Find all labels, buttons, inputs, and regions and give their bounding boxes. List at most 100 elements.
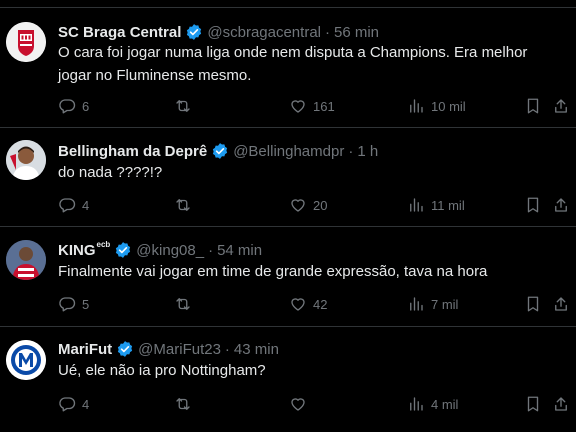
share-icon (555, 198, 567, 212)
like-count: 20 (313, 197, 328, 213)
tweet[interactable]: KING ecb @king08_ · 54 min Finalmente vai… (0, 227, 576, 327)
share-icon (555, 99, 567, 113)
verified-badge-icon (187, 24, 202, 40)
handle[interactable]: @scbragacentral (207, 24, 321, 41)
separator-dot: · (325, 23, 330, 41)
tweet[interactable]: Bellingham da Deprê @Bellinghamdpr · 1 h… (0, 128, 576, 227)
bookmark-button[interactable] (524, 394, 542, 414)
avatar[interactable] (6, 140, 46, 180)
bookmark-button[interactable] (524, 96, 542, 116)
timestamp[interactable]: 43 min (234, 341, 279, 358)
like-count: 161 (313, 98, 335, 114)
reply-icon (59, 297, 76, 312)
timestamp[interactable]: 1 h (357, 143, 378, 160)
tweet-header: MariFut @MariFut23 · 43 min (58, 339, 279, 359)
analytics-icon (410, 99, 423, 113)
tweet-text: do nada ????!? (58, 164, 163, 181)
reply-icon (59, 99, 76, 114)
avatar[interactable] (6, 22, 46, 62)
heart-icon (291, 298, 305, 311)
views-button[interactable]: 11 mil (407, 195, 465, 215)
reply-count: 4 (82, 197, 90, 213)
handle[interactable]: @Bellinghamdpr (233, 143, 344, 160)
bookmark-button[interactable] (524, 195, 542, 215)
retweet-button[interactable] (174, 96, 198, 116)
reply-icon (59, 198, 76, 213)
heart-icon (291, 100, 305, 113)
analytics-icon (410, 198, 423, 212)
view-count: 4 mil (431, 396, 459, 412)
retweet-icon (176, 298, 190, 310)
player-photo-icon (6, 140, 46, 180)
reply-count: 4 (82, 396, 90, 412)
like-button[interactable]: 20 (289, 195, 327, 215)
display-name[interactable]: MariFut (58, 341, 112, 358)
tweet-header: Bellingham da Deprê @Bellinghamdpr · 1 h (58, 141, 378, 161)
bookmark-icon (527, 296, 539, 312)
verified-badge-icon (116, 242, 131, 258)
retweet-button[interactable] (174, 195, 198, 215)
verified-badge-icon (213, 143, 228, 159)
verified-badge-icon (118, 341, 133, 357)
display-name[interactable]: KING (58, 242, 96, 259)
share-icon (555, 397, 567, 411)
share-button[interactable] (552, 195, 570, 215)
tweet-text: O cara foi jogar numa liga onde nem disp… (58, 44, 528, 84)
bookmark-icon (527, 197, 539, 213)
reply-button[interactable]: 5 (58, 294, 89, 314)
tweet-text: Finalmente vai jogar em time de grande e… (58, 263, 488, 280)
share-button[interactable] (552, 294, 570, 314)
share-button[interactable] (552, 394, 570, 414)
separator-dot: · (208, 241, 214, 259)
m-logo-icon (6, 340, 46, 380)
like-button[interactable] (289, 394, 313, 414)
handle[interactable]: @king08_ (136, 242, 204, 259)
timestamp[interactable]: 56 min (334, 24, 379, 41)
display-name[interactable]: Bellingham da Deprê (58, 143, 207, 160)
like-button[interactable]: 161 (289, 96, 335, 116)
action-bar: 4 20 11 mil (58, 195, 570, 215)
avatar[interactable] (6, 240, 46, 280)
retweet-button[interactable] (174, 294, 198, 314)
share-button[interactable] (552, 96, 570, 116)
bookmark-icon (527, 396, 539, 412)
views-button[interactable]: 10 mil (407, 96, 466, 116)
heart-icon (291, 398, 305, 411)
reply-button[interactable]: 4 (58, 394, 89, 414)
separator-dot: · (348, 142, 354, 160)
share-icon (555, 297, 567, 311)
views-button[interactable]: 4 mil (407, 394, 458, 414)
reply-icon (59, 397, 76, 412)
action-bar: 6 161 10 mil (58, 96, 570, 116)
reply-button[interactable]: 6 (58, 96, 89, 116)
action-bar: 5 42 7 mil (58, 294, 570, 314)
tweet-header: KING ecb @king08_ · 54 min (58, 240, 262, 260)
separator-dot: · (224, 340, 230, 358)
display-name[interactable]: SC Braga Central (58, 24, 181, 41)
tweet-header: SC Braga Central @scbragacentral · 56 mi… (58, 22, 379, 42)
view-count: 10 mil (431, 98, 466, 114)
like-count: 42 (313, 296, 328, 312)
retweet-icon (176, 199, 190, 211)
view-count: 11 mil (431, 197, 465, 213)
analytics-icon (410, 297, 423, 311)
action-bar: 4 4 mil (58, 394, 570, 414)
tweet[interactable]: MariFut @MariFut23 · 43 min Ué, ele não … (0, 327, 576, 432)
tweet[interactable]: SC Braga Central @scbragacentral · 56 mi… (0, 8, 576, 128)
retweet-icon (176, 100, 190, 112)
heart-icon (291, 199, 305, 212)
handle[interactable]: @MariFut23 (138, 341, 221, 358)
reply-button[interactable]: 4 (58, 195, 89, 215)
avatar[interactable] (6, 340, 46, 380)
reply-count: 5 (82, 296, 90, 312)
like-button[interactable]: 42 (289, 294, 327, 314)
timestamp[interactable]: 54 min (217, 242, 262, 259)
tweet-text: Ué, ele não ia pro Nottingham? (58, 362, 266, 379)
braga-crest-icon (6, 22, 46, 62)
retweet-icon (176, 398, 190, 410)
bookmark-button[interactable] (524, 294, 542, 314)
views-button[interactable]: 7 mil (407, 294, 458, 314)
timeline: SC Braga Central @scbragacentral · 56 mi… (0, 0, 576, 432)
retweet-button[interactable] (174, 394, 198, 414)
analytics-icon (410, 397, 423, 411)
